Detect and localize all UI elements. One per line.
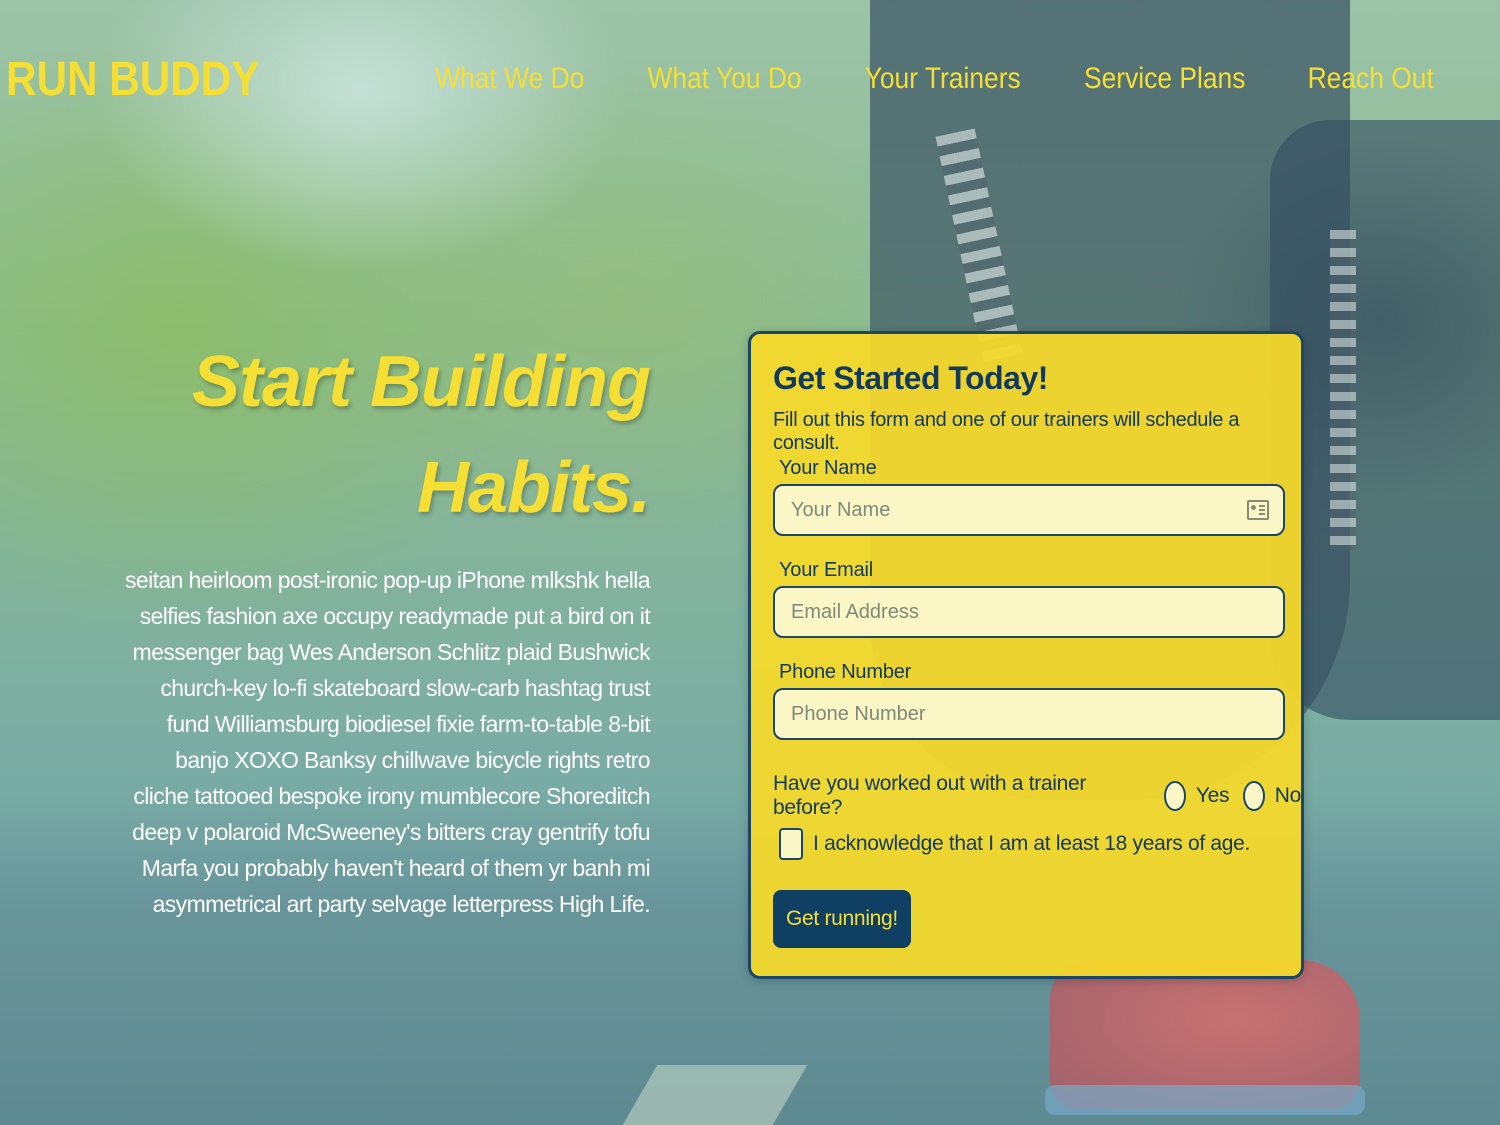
age-acknowledgement: I acknowledge that I am at least 18 year… <box>779 828 1250 860</box>
email-label: Your Email <box>779 559 873 581</box>
site-logo[interactable]: RUN BUDDY <box>6 52 259 107</box>
age-checkbox-label: I acknowledge that I am at least 18 year… <box>813 832 1251 855</box>
shoe-sole <box>1045 1085 1365 1115</box>
trainer-question-label: Have you worked out with a trainer befor… <box>773 772 1087 819</box>
runner-arm <box>1270 120 1500 720</box>
name-label: Your Name <box>779 457 877 479</box>
radio-yes-label: Yes <box>1195 784 1230 807</box>
email-input[interactable] <box>773 586 1285 638</box>
hero-title: Start Building Habits. <box>120 330 651 542</box>
hero-body-text: seitan heirloom post-ironic pop-up iPhon… <box>124 566 651 917</box>
hero-title-line-2: Habits. <box>416 447 651 528</box>
form-title: Get Started Today! <box>773 360 1048 396</box>
name-input[interactable] <box>773 484 1285 536</box>
nav-link-what-you-do[interactable]: What You Do <box>647 62 801 96</box>
hero-title-line-1: Start Building <box>192 342 651 422</box>
contact-card-icon <box>1247 500 1269 520</box>
form-subtitle: Fill out this form and one of our traine… <box>773 409 1240 454</box>
nav-link-what-we-do[interactable]: What We Do <box>435 62 584 96</box>
nav-link-service-plans[interactable]: Service Plans <box>1084 62 1245 96</box>
age-checkbox[interactable] <box>779 828 803 860</box>
radio-no[interactable] <box>1243 781 1265 811</box>
nav-link-your-trainers[interactable]: Your Trainers <box>864 62 1020 96</box>
sleeve-stripes-right <box>1330 230 1356 550</box>
main-nav: What We Do What You Do Your Trainers Ser… <box>425 62 1442 96</box>
phone-label: Phone Number <box>779 661 912 683</box>
trainer-question: Have you worked out with a trainer befor… <box>773 772 1301 820</box>
radio-no-label: No <box>1274 784 1302 807</box>
hero-section: Start Building Habits. seitan heirloom p… <box>120 330 651 922</box>
get-started-form: Get Started Today! Fill out this form an… <box>748 331 1304 979</box>
site-header: RUN BUDDY What We Do What You Do Your Tr… <box>0 0 1500 160</box>
radio-yes[interactable] <box>1164 781 1186 811</box>
nav-link-reach-out[interactable]: Reach Out <box>1307 62 1433 96</box>
get-running-button[interactable]: Get running! <box>773 890 911 948</box>
phone-input[interactable] <box>773 688 1285 740</box>
